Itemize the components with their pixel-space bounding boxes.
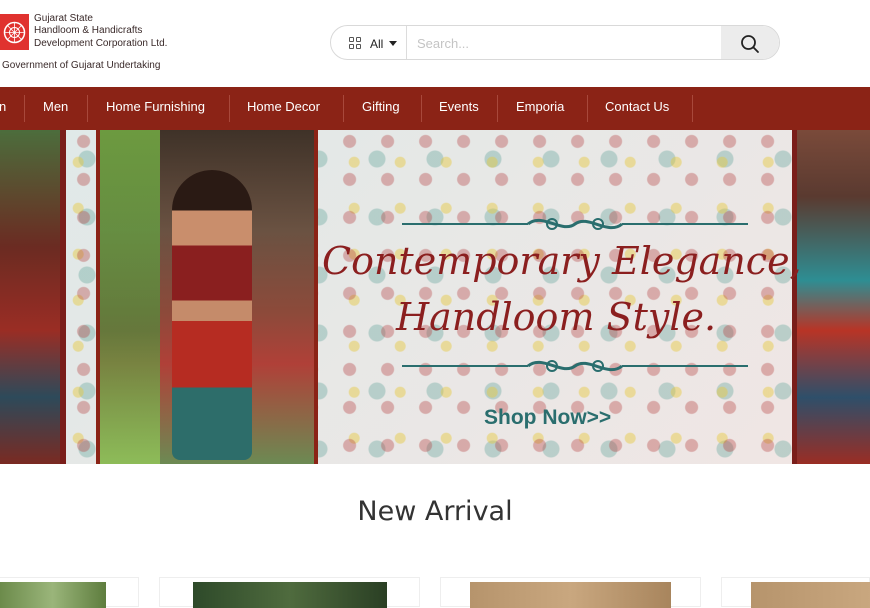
nav-item-gifting[interactable]: Gifting [362,87,400,130]
nav-item-home-decor[interactable]: Home Decor [247,87,320,130]
logo-text-line1: Gujarat State [34,13,93,24]
product-card[interactable] [721,577,870,608]
hero-banner[interactable]: Contemporary Elegance, Handloom Style. S… [0,130,870,464]
caret-down-icon [389,41,397,46]
ornament-bottom-icon [402,360,748,372]
site-header: Gujarat State Handloom & Handicrafts Dev… [0,0,870,87]
banner-model-photo [96,130,318,464]
logo-text-line2: Handloom & Handicrafts [34,25,143,36]
new-arrival-heading: New Arrival [357,496,513,527]
search-input[interactable] [417,32,707,54]
nav-divider [229,95,230,122]
banner-model-photo-left [0,130,62,464]
category-dropdown[interactable]: All [331,26,407,59]
nav-item-women[interactable]: n [0,87,6,130]
banner-model-photo-right [792,130,870,464]
nav-divider [421,95,422,122]
nav-divider [587,95,588,122]
main-nav: n Men Home Furnishing Home Decor Gifting… [0,87,870,130]
product-image [751,582,870,608]
shop-now-link[interactable]: Shop Now>> [484,406,611,430]
foliage-decoration [100,130,160,464]
gujarat-emblem-icon[interactable] [0,14,29,50]
nav-divider [24,95,25,122]
logo-tagline: Government of Gujarat Undertaking [2,60,161,71]
category-label: All [370,37,384,51]
nav-item-contact-us[interactable]: Contact Us [605,87,669,130]
model-figure [172,170,252,460]
grid-icon [349,37,361,49]
nav-item-men[interactable]: Men [43,87,68,130]
search-button[interactable] [721,26,779,59]
banner-headline-line2: Handloom Style. [395,295,717,339]
banner-headline-line1: Contemporary Elegance, [322,239,802,283]
product-card[interactable] [0,577,139,608]
search-bar: All [330,25,780,60]
product-image [0,582,106,608]
product-image [193,582,387,608]
nav-divider [692,95,693,122]
product-card[interactable] [440,577,701,608]
nav-divider [343,95,344,122]
nav-item-emporia[interactable]: Emporia [516,87,564,130]
banner-frame [60,130,66,464]
nav-item-events[interactable]: Events [439,87,479,130]
nav-item-home-furnishing[interactable]: Home Furnishing [106,87,205,130]
nav-divider [497,95,498,122]
product-image [470,582,671,608]
search-icon [741,35,759,53]
product-card[interactable] [159,577,420,608]
nav-divider [87,95,88,122]
logo-text-line3: Development Corporation Ltd. [34,38,168,49]
ornament-top-icon [402,218,748,230]
